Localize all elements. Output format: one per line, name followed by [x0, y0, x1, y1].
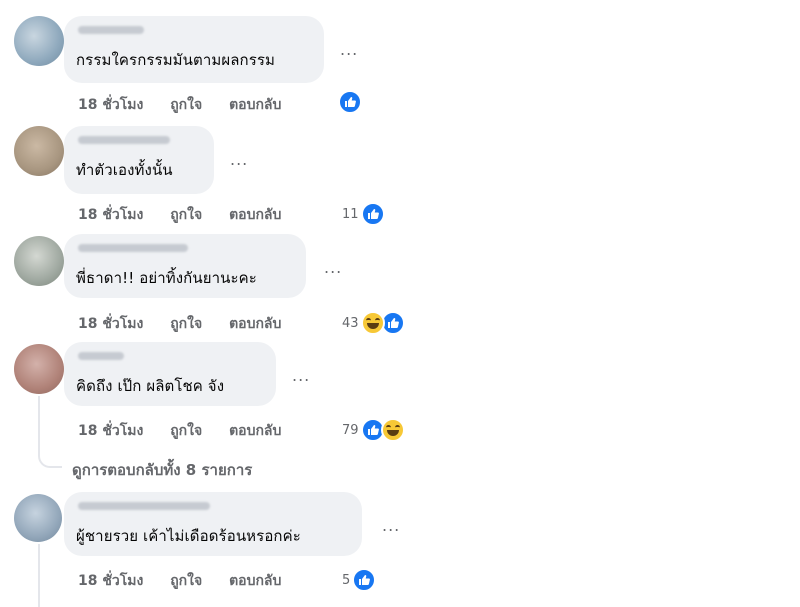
- comment-bubble: พี่ธาดา!! อย่าทิ้งกันยานะคะ: [64, 234, 306, 298]
- like-reaction-icon: [360, 202, 385, 226]
- reaction-count: 5: [342, 572, 351, 588]
- author-name[interactable]: [78, 26, 144, 34]
- author-name[interactable]: [78, 244, 188, 252]
- comment-text: ผู้ชายรวย เค้าไม่เดือดร้อนหรอกค่ะ: [76, 527, 301, 545]
- reply-button[interactable]: ตอบกลับ: [229, 207, 281, 223]
- author-name[interactable]: [78, 136, 170, 144]
- reaction-summary[interactable]: 79: [342, 418, 405, 442]
- more-options-button[interactable]: ...: [230, 150, 248, 169]
- view-replies-link[interactable]: ดูการตอบกลับทั้ง 8 รายการ: [72, 458, 252, 482]
- haha-reaction-icon: [380, 418, 405, 442]
- comment-actions: 18 ชั่วโมง ถูกใจ ตอบกลับ: [78, 204, 303, 226]
- reaction-summary[interactable]: 5: [342, 568, 377, 592]
- comment-actions: 18 ชั่วโมง ถูกใจ ตอบกลับ: [78, 313, 303, 335]
- reaction-count: 43: [342, 315, 359, 331]
- avatar[interactable]: [14, 494, 62, 542]
- reply-button[interactable]: ตอบกลับ: [229, 423, 281, 439]
- reply-button[interactable]: ตอบกลับ: [229, 316, 281, 332]
- avatar[interactable]: [14, 126, 64, 176]
- reply-button[interactable]: ตอบกลับ: [229, 573, 281, 589]
- reaction-summary[interactable]: [338, 90, 362, 114]
- reaction-count: 79: [342, 422, 359, 438]
- comment-actions: 18 ชั่วโมง ถูกใจ ตอบกลับ: [78, 94, 303, 116]
- comment-bubble: ผู้ชายรวย เค้าไม่เดือดร้อนหรอกค่ะ: [64, 492, 362, 556]
- like-reaction-icon: [352, 568, 377, 592]
- reaction-summary[interactable]: 11: [342, 202, 385, 226]
- reply-button[interactable]: ตอบกลับ: [229, 97, 281, 113]
- author-name[interactable]: [78, 352, 124, 360]
- like-reaction-icon: [338, 90, 362, 114]
- comment-bubble: กรรมใครกรรมมันตามผลกรรม: [64, 16, 324, 83]
- like-button[interactable]: ถูกใจ: [170, 316, 202, 332]
- comment-actions: 18 ชั่วโมง ถูกใจ ตอบกลับ: [78, 570, 303, 592]
- comment-bubble: คิดถึง เป๊ก ผลิตโชค จัง: [64, 342, 276, 406]
- timestamp[interactable]: 18 ชั่วโมง: [78, 423, 143, 439]
- like-button[interactable]: ถูกใจ: [170, 97, 202, 113]
- timestamp[interactable]: 18 ชั่วโมง: [78, 316, 143, 332]
- reply-thread-curve: [38, 440, 62, 468]
- timestamp[interactable]: 18 ชั่วโมง: [78, 97, 143, 113]
- avatar[interactable]: [14, 16, 64, 66]
- comment-text: คิดถึง เป๊ก ผลิตโชค จัง: [76, 377, 225, 395]
- comment-actions: 18 ชั่วโมง ถูกใจ ตอบกลับ: [78, 420, 303, 442]
- like-button[interactable]: ถูกใจ: [170, 573, 202, 589]
- comment-text: ทำตัวเองทั้งนั้น: [76, 161, 173, 179]
- author-name[interactable]: [78, 502, 210, 510]
- like-button[interactable]: ถูกใจ: [170, 423, 202, 439]
- like-button[interactable]: ถูกใจ: [170, 207, 202, 223]
- more-options-button[interactable]: ...: [292, 366, 310, 385]
- more-options-button[interactable]: ...: [324, 258, 342, 277]
- more-options-button[interactable]: ...: [340, 40, 358, 59]
- haha-reaction-icon: [360, 311, 385, 335]
- reaction-count: 11: [342, 206, 359, 222]
- comment-text: พี่ธาดา!! อย่าทิ้งกันยานะคะ: [76, 269, 257, 287]
- reply-thread-line: [38, 396, 40, 446]
- timestamp[interactable]: 18 ชั่วโมง: [78, 573, 143, 589]
- reply-thread-line: [38, 544, 40, 607]
- timestamp[interactable]: 18 ชั่วโมง: [78, 207, 143, 223]
- comment-bubble: ทำตัวเองทั้งนั้น: [64, 126, 214, 194]
- avatar[interactable]: [14, 344, 64, 394]
- reaction-summary[interactable]: 43: [342, 311, 405, 335]
- more-options-button[interactable]: ...: [382, 516, 400, 535]
- comment-text: กรรมใครกรรมมันตามผลกรรม: [76, 51, 276, 69]
- avatar[interactable]: [14, 236, 64, 286]
